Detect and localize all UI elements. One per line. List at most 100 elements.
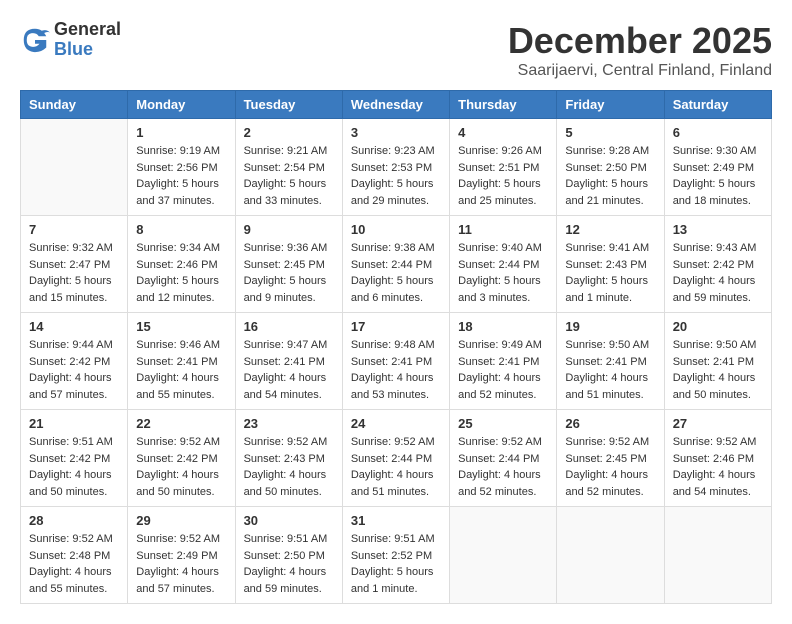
calendar-cell	[21, 119, 128, 216]
day-info: Sunrise: 9:47 AM Sunset: 2:41 PM Dayligh…	[244, 337, 334, 403]
day-number: 7	[29, 222, 119, 237]
day-info: Sunrise: 9:48 AM Sunset: 2:41 PM Dayligh…	[351, 337, 441, 403]
calendar-cell: 22 Sunrise: 9:52 AM Sunset: 2:42 PM Dayli…	[128, 410, 235, 507]
day-info: Sunrise: 9:36 AM Sunset: 2:45 PM Dayligh…	[244, 240, 334, 306]
calendar-table: SundayMondayTuesdayWednesdayThursdayFrid…	[20, 90, 772, 604]
day-number: 14	[29, 319, 119, 334]
day-number: 12	[565, 222, 655, 237]
day-number: 11	[458, 222, 548, 237]
column-header-friday: Friday	[557, 91, 664, 119]
day-number: 13	[673, 222, 763, 237]
calendar-cell: 1Sunrise: 9:19 AM Sunset: 2:56 PM Daylig…	[128, 119, 235, 216]
calendar-cell: 4 Sunrise: 9:26 AM Sunset: 2:51 PM Daylig…	[450, 119, 557, 216]
calendar-cell: 27Sunrise: 9:52 AM Sunset: 2:46 PM Dayli…	[664, 410, 771, 507]
location-subtitle: Saarijaervi, Central Finland, Finland	[508, 62, 772, 80]
day-number: 21	[29, 416, 119, 431]
day-info: Sunrise: 9:23 AM Sunset: 2:53 PM Dayligh…	[351, 143, 441, 209]
calendar-cell: 7 Sunrise: 9:32 AM Sunset: 2:47 PM Daylig…	[21, 216, 128, 313]
column-header-sunday: Sunday	[21, 91, 128, 119]
calendar-cell: 8 Sunrise: 9:34 AM Sunset: 2:46 PM Daylig…	[128, 216, 235, 313]
day-number: 3	[351, 125, 441, 140]
calendar-cell: 5 Sunrise: 9:28 AM Sunset: 2:50 PM Daylig…	[557, 119, 664, 216]
day-number: 19	[565, 319, 655, 334]
day-number: 26	[565, 416, 655, 431]
day-info: Sunrise: 9:26 AM Sunset: 2:51 PM Dayligh…	[458, 143, 548, 209]
calendar-week-row: 7 Sunrise: 9:32 AM Sunset: 2:47 PM Daylig…	[21, 216, 772, 313]
day-number: 25	[458, 416, 548, 431]
column-header-wednesday: Wednesday	[342, 91, 449, 119]
day-info: Sunrise: 9:28 AM Sunset: 2:50 PM Dayligh…	[565, 143, 655, 209]
calendar-cell: 19Sunrise: 9:50 AM Sunset: 2:41 PM Dayli…	[557, 313, 664, 410]
calendar-cell: 26 Sunrise: 9:52 AM Sunset: 2:45 PM Dayli…	[557, 410, 664, 507]
day-number: 24	[351, 416, 441, 431]
month-title: December 2025	[508, 20, 772, 62]
day-number: 2	[244, 125, 334, 140]
calendar-week-row: 28 Sunrise: 9:52 AM Sunset: 2:48 PM Dayli…	[21, 507, 772, 604]
day-number: 10	[351, 222, 441, 237]
day-info: Sunrise: 9:50 AM Sunset: 2:41 PM Dayligh…	[673, 337, 763, 403]
calendar-week-row: 14 Sunrise: 9:44 AM Sunset: 2:42 PM Dayli…	[21, 313, 772, 410]
calendar-cell: 6Sunrise: 9:30 AM Sunset: 2:49 PM Daylig…	[664, 119, 771, 216]
calendar-cell: 3 Sunrise: 9:23 AM Sunset: 2:53 PM Daylig…	[342, 119, 449, 216]
calendar-cell	[664, 507, 771, 604]
day-number: 22	[136, 416, 226, 431]
page-header: General Blue December 2025 Saarijaervi, …	[20, 20, 772, 80]
calendar-cell: 17 Sunrise: 9:48 AM Sunset: 2:41 PM Dayli…	[342, 313, 449, 410]
calendar-cell: 10Sunrise: 9:38 AM Sunset: 2:44 PM Dayli…	[342, 216, 449, 313]
day-number: 15	[136, 319, 226, 334]
day-number: 31	[351, 513, 441, 528]
calendar-cell: 21 Sunrise: 9:51 AM Sunset: 2:42 PM Dayli…	[21, 410, 128, 507]
day-info: Sunrise: 9:32 AM Sunset: 2:47 PM Dayligh…	[29, 240, 119, 306]
day-info: Sunrise: 9:19 AM Sunset: 2:56 PM Dayligh…	[136, 143, 226, 209]
day-info: Sunrise: 9:49 AM Sunset: 2:41 PM Dayligh…	[458, 337, 548, 403]
calendar-cell: 15Sunrise: 9:46 AM Sunset: 2:41 PM Dayli…	[128, 313, 235, 410]
day-info: Sunrise: 9:43 AM Sunset: 2:42 PM Dayligh…	[673, 240, 763, 306]
column-header-tuesday: Tuesday	[235, 91, 342, 119]
day-info: Sunrise: 9:52 AM Sunset: 2:44 PM Dayligh…	[458, 434, 548, 500]
day-number: 9	[244, 222, 334, 237]
calendar-cell: 28 Sunrise: 9:52 AM Sunset: 2:48 PM Dayli…	[21, 507, 128, 604]
calendar-cell: 16 Sunrise: 9:47 AM Sunset: 2:41 PM Dayli…	[235, 313, 342, 410]
day-number: 27	[673, 416, 763, 431]
day-info: Sunrise: 9:52 AM Sunset: 2:42 PM Dayligh…	[136, 434, 226, 500]
day-info: Sunrise: 9:40 AM Sunset: 2:44 PM Dayligh…	[458, 240, 548, 306]
calendar-week-row: 21 Sunrise: 9:51 AM Sunset: 2:42 PM Dayli…	[21, 410, 772, 507]
logo-text: General Blue	[54, 20, 121, 60]
day-number: 16	[244, 319, 334, 334]
calendar-cell: 18 Sunrise: 9:49 AM Sunset: 2:41 PM Dayli…	[450, 313, 557, 410]
day-number: 17	[351, 319, 441, 334]
day-info: Sunrise: 9:52 AM Sunset: 2:44 PM Dayligh…	[351, 434, 441, 500]
day-number: 8	[136, 222, 226, 237]
logo: General Blue	[20, 20, 121, 60]
day-number: 5	[565, 125, 655, 140]
day-info: Sunrise: 9:44 AM Sunset: 2:42 PM Dayligh…	[29, 337, 119, 403]
column-header-thursday: Thursday	[450, 91, 557, 119]
day-number: 18	[458, 319, 548, 334]
day-info: Sunrise: 9:41 AM Sunset: 2:43 PM Dayligh…	[565, 240, 655, 306]
column-header-monday: Monday	[128, 91, 235, 119]
calendar-cell	[557, 507, 664, 604]
calendar-header-row: SundayMondayTuesdayWednesdayThursdayFrid…	[21, 91, 772, 119]
day-number: 4	[458, 125, 548, 140]
day-number: 23	[244, 416, 334, 431]
column-header-saturday: Saturday	[664, 91, 771, 119]
day-info: Sunrise: 9:52 AM Sunset: 2:45 PM Dayligh…	[565, 434, 655, 500]
calendar-cell: 12 Sunrise: 9:41 AM Sunset: 2:43 PM Dayli…	[557, 216, 664, 313]
logo-icon	[20, 25, 50, 55]
title-section: December 2025 Saarijaervi, Central Finla…	[508, 20, 772, 80]
calendar-cell: 11 Sunrise: 9:40 AM Sunset: 2:44 PM Dayli…	[450, 216, 557, 313]
calendar-cell: 20Sunrise: 9:50 AM Sunset: 2:41 PM Dayli…	[664, 313, 771, 410]
day-info: Sunrise: 9:34 AM Sunset: 2:46 PM Dayligh…	[136, 240, 226, 306]
calendar-cell: 9 Sunrise: 9:36 AM Sunset: 2:45 PM Daylig…	[235, 216, 342, 313]
day-info: Sunrise: 9:51 AM Sunset: 2:50 PM Dayligh…	[244, 531, 334, 597]
day-number: 29	[136, 513, 226, 528]
calendar-cell: 29Sunrise: 9:52 AM Sunset: 2:49 PM Dayli…	[128, 507, 235, 604]
day-info: Sunrise: 9:51 AM Sunset: 2:42 PM Dayligh…	[29, 434, 119, 500]
calendar-cell: 30Sunrise: 9:51 AM Sunset: 2:50 PM Dayli…	[235, 507, 342, 604]
day-info: Sunrise: 9:21 AM Sunset: 2:54 PM Dayligh…	[244, 143, 334, 209]
calendar-cell	[450, 507, 557, 604]
calendar-week-row: 1Sunrise: 9:19 AM Sunset: 2:56 PM Daylig…	[21, 119, 772, 216]
logo-blue-text: Blue	[54, 40, 121, 60]
day-info: Sunrise: 9:52 AM Sunset: 2:48 PM Dayligh…	[29, 531, 119, 597]
day-number: 28	[29, 513, 119, 528]
